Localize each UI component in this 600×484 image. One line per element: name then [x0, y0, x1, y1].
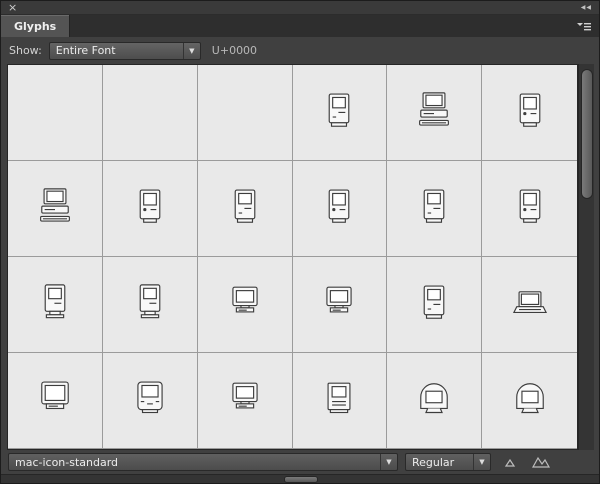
- glyph-cell[interactable]: [292, 161, 388, 257]
- mac-glyph-icon: [127, 378, 173, 424]
- glyph-cell[interactable]: [102, 257, 198, 353]
- mac-glyph-icon: [127, 186, 173, 232]
- style-value: Regular: [412, 455, 455, 469]
- glyph-cell-empty[interactable]: [102, 65, 198, 161]
- mac-glyph-icon: [507, 282, 553, 328]
- vertical-scrollbar[interactable]: [578, 64, 594, 450]
- glyph-cell[interactable]: [482, 161, 577, 257]
- glyph-grid: [8, 65, 577, 449]
- glyph-cell[interactable]: [8, 161, 103, 257]
- show-toolbar: Show: Entire Font ▼ U+0000: [1, 37, 599, 64]
- close-icon[interactable]: ×: [8, 2, 17, 13]
- show-dropdown-value: Entire Font: [55, 44, 116, 57]
- zoom-in-icon[interactable]: [529, 453, 553, 471]
- glyph-cell[interactable]: [387, 161, 483, 257]
- glyph-cell[interactable]: [8, 257, 103, 353]
- mac-glyph-icon: [127, 282, 173, 328]
- font-name-combo[interactable]: mac-icon-standard ▼: [8, 453, 398, 471]
- mac-glyph-icon: [316, 282, 362, 328]
- glyph-grid-frame: [7, 64, 578, 450]
- footer-bar: mac-icon-standard ▼ Regular ▼: [1, 450, 599, 474]
- glyph-cell[interactable]: [292, 257, 388, 353]
- glyph-cell-empty[interactable]: [8, 65, 103, 161]
- horizontal-scrollbar[interactable]: [1, 474, 599, 483]
- glyph-cell[interactable]: [482, 257, 577, 353]
- glyph-area: [1, 64, 599, 450]
- glyph-cell[interactable]: [292, 353, 388, 449]
- vertical-scrollbar-thumb[interactable]: [581, 69, 593, 199]
- style-dropdown[interactable]: Regular ▼: [405, 453, 491, 471]
- dropdown-arrow-icon: ▼: [182, 42, 200, 59]
- mac-glyph-icon: [32, 378, 78, 424]
- glyph-cell[interactable]: [8, 353, 103, 449]
- tab-glyphs[interactable]: Glyphs: [1, 15, 71, 37]
- mac-glyph-icon: [411, 378, 457, 424]
- glyph-cell[interactable]: [197, 257, 293, 353]
- show-label: Show:: [9, 44, 42, 57]
- tab-label: Glyphs: [14, 19, 57, 33]
- glyph-cell[interactable]: [387, 257, 483, 353]
- glyph-cell[interactable]: [292, 65, 388, 161]
- panel-menu-icon[interactable]: [575, 19, 593, 33]
- glyph-cell[interactable]: [197, 161, 293, 257]
- glyph-cell[interactable]: [387, 353, 483, 449]
- font-name-value: mac-icon-standard: [15, 455, 119, 469]
- mac-glyph-icon: [316, 378, 362, 424]
- mac-glyph-icon: [411, 186, 457, 232]
- mac-glyph-icon: [222, 378, 268, 424]
- glyphs-panel: × ◀◀ Glyphs Show: Entire Font ▼ U+0000 m…: [0, 0, 600, 484]
- mac-glyph-icon: [411, 90, 457, 136]
- mac-glyph-icon: [507, 90, 553, 136]
- mac-glyph-icon: [411, 282, 457, 328]
- zoom-out-icon[interactable]: [498, 453, 522, 471]
- mac-glyph-icon: [222, 282, 268, 328]
- mac-glyph-icon: [32, 186, 78, 232]
- mac-glyph-icon: [507, 378, 553, 424]
- glyph-cell[interactable]: [482, 353, 577, 449]
- dropdown-arrow-icon[interactable]: ▼: [473, 454, 490, 470]
- mac-glyph-icon: [316, 186, 362, 232]
- dropdown-arrow-icon[interactable]: ▼: [380, 454, 397, 470]
- mac-glyph-icon: [32, 282, 78, 328]
- panel-topbar: × ◀◀: [1, 1, 599, 15]
- glyph-cell[interactable]: [102, 353, 198, 449]
- glyph-cell-empty[interactable]: [197, 65, 293, 161]
- horizontal-scrollbar-thumb[interactable]: [284, 476, 318, 483]
- collapse-panel-icon[interactable]: ◀◀: [581, 4, 592, 11]
- glyph-cell[interactable]: [102, 161, 198, 257]
- mac-glyph-icon: [316, 90, 362, 136]
- show-dropdown[interactable]: Entire Font ▼: [48, 41, 201, 60]
- mac-glyph-icon: [507, 186, 553, 232]
- tab-bar: Glyphs: [1, 15, 599, 37]
- glyph-cell[interactable]: [197, 353, 293, 449]
- mac-glyph-icon: [222, 186, 268, 232]
- glyph-cell[interactable]: [482, 65, 577, 161]
- glyph-cell[interactable]: [387, 65, 483, 161]
- unicode-readout: U+0000: [211, 44, 258, 57]
